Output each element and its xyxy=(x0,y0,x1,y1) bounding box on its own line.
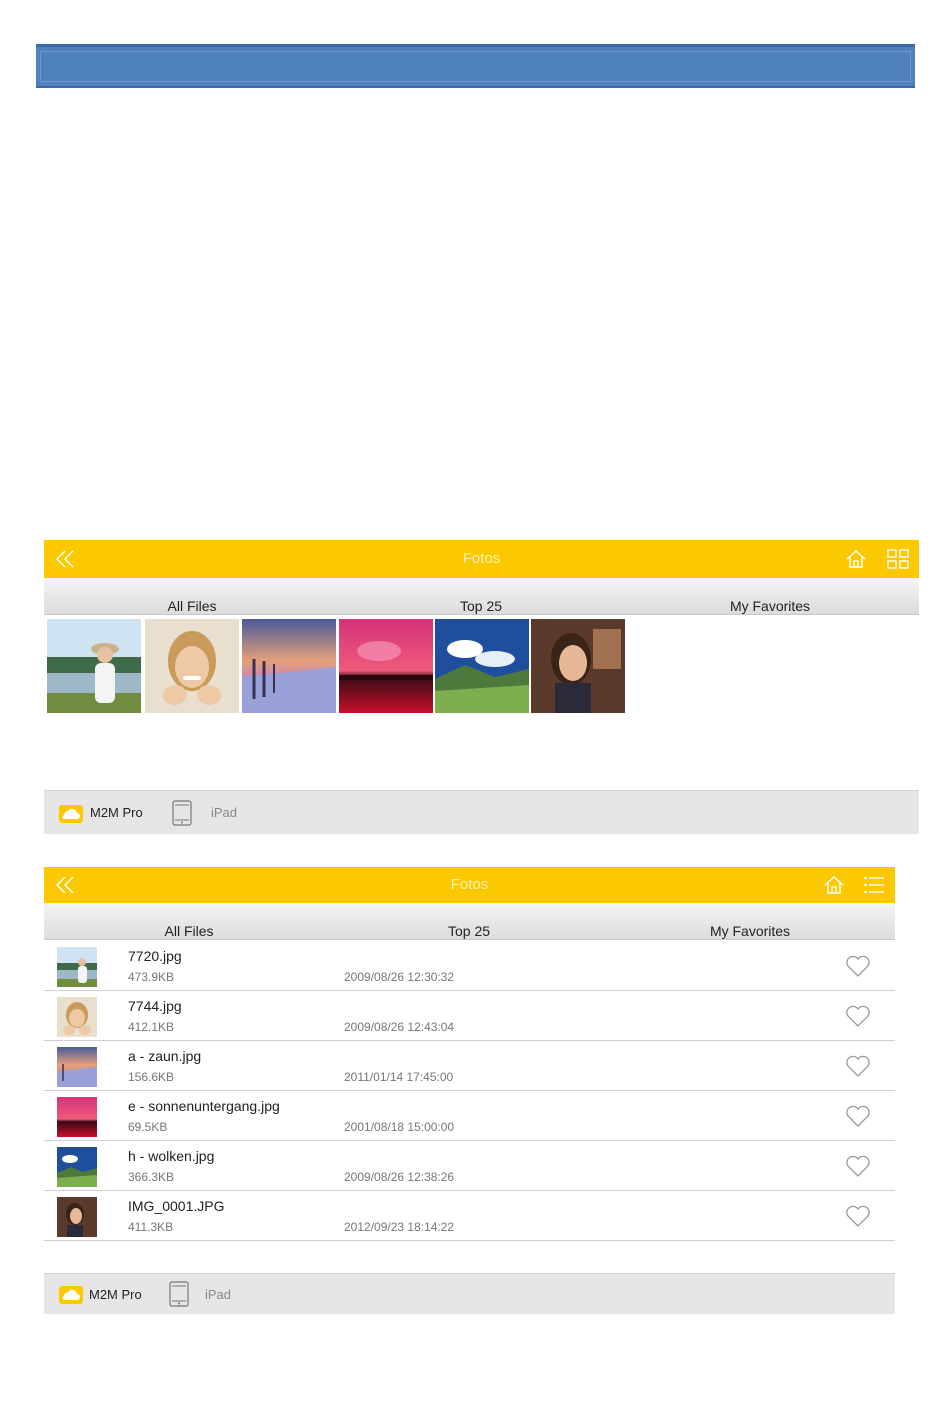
photo-grid xyxy=(44,619,919,715)
tab-bar: All Files Top 25 My Favorites xyxy=(44,578,919,615)
favorite-heart-icon[interactable] xyxy=(845,1204,871,1228)
app-label[interactable]: M2M Pro xyxy=(89,1287,142,1302)
file-date: 2009/08/26 12:43:04 xyxy=(344,1020,455,1034)
cloud-drive-icon[interactable] xyxy=(58,1282,84,1306)
file-size: 366.3KB xyxy=(128,1170,175,1184)
tab-my-favorites[interactable]: My Favorites xyxy=(710,923,790,939)
file-name: a - zaun.jpg xyxy=(128,1048,202,1064)
file-thumbnail xyxy=(57,1197,97,1237)
device-label[interactable]: iPad xyxy=(211,805,237,820)
file-size: 473.9KB xyxy=(128,970,175,984)
top-bar: Fotos xyxy=(44,867,895,903)
favorite-heart-icon[interactable] xyxy=(845,1004,871,1028)
photo-thumbnail[interactable] xyxy=(47,619,141,713)
photo-thumbnail[interactable] xyxy=(145,619,239,713)
home-icon[interactable] xyxy=(823,874,845,896)
file-size: 69.5KB xyxy=(128,1120,168,1134)
file-thumbnail xyxy=(57,1047,97,1087)
home-icon[interactable] xyxy=(845,548,867,570)
file-size: 156.6KB xyxy=(128,1070,175,1084)
tab-all-files[interactable]: All Files xyxy=(167,598,216,614)
ipad-icon[interactable] xyxy=(169,1281,189,1307)
cloud-drive-icon[interactable] xyxy=(58,801,84,825)
tab-all-files[interactable]: All Files xyxy=(164,923,213,939)
device-label[interactable]: iPad xyxy=(205,1287,231,1302)
top-bar: Fotos xyxy=(44,540,919,578)
file-name: IMG_0001.JPG xyxy=(128,1198,225,1214)
file-date: 2009/08/26 12:38:26 xyxy=(344,1170,455,1184)
photo-thumbnail[interactable] xyxy=(242,619,336,713)
ipad-icon[interactable] xyxy=(172,800,192,826)
favorite-heart-icon[interactable] xyxy=(845,1054,871,1078)
file-size: 411.3KB xyxy=(128,1220,174,1234)
favorite-heart-icon[interactable] xyxy=(845,1104,871,1128)
photo-thumbnail[interactable] xyxy=(435,619,529,713)
file-thumbnail xyxy=(57,997,97,1037)
file-row[interactable]: 7744.jpg 412.1KB 2009/08/26 12:43:04 xyxy=(44,991,895,1041)
tab-top-25[interactable]: Top 25 xyxy=(460,598,502,614)
photo-thumbnail[interactable] xyxy=(339,619,433,713)
file-date: 2011/01/14 17:45:00 xyxy=(344,1070,454,1084)
banner-inner-border xyxy=(40,51,911,82)
screen-title: Fotos xyxy=(450,876,489,893)
tab-top-25[interactable]: Top 25 xyxy=(448,923,490,939)
grid-view-screen: Fotos All Files Top 25 My Favorites xyxy=(44,540,919,715)
photo-thumbnail[interactable] xyxy=(531,619,625,713)
file-thumbnail xyxy=(57,947,97,987)
list-view-screen: Fotos All Files Top 25 My Favorites 7720… xyxy=(44,867,895,1241)
file-name: 7720.jpg xyxy=(128,948,182,964)
favorite-heart-icon[interactable] xyxy=(845,954,871,978)
file-date: 2012/09/23 18:14:22 xyxy=(344,1220,455,1234)
tab-bar: All Files Top 25 My Favorites xyxy=(44,903,895,940)
file-size: 412.1KB xyxy=(128,1020,175,1034)
device-footer: M2M Pro iPad xyxy=(44,790,919,834)
app-label[interactable]: M2M Pro xyxy=(90,805,143,820)
screen-title: Fotos xyxy=(462,550,501,567)
file-row[interactable]: h - wolken.jpg 366.3KB 2009/08/26 12:38:… xyxy=(44,1141,895,1191)
file-name: 7744.jpg xyxy=(128,998,182,1014)
file-date: 2009/08/26 12:30:32 xyxy=(344,970,455,984)
file-row[interactable]: 7720.jpg 473.9KB 2009/08/26 12:30:32 xyxy=(44,941,895,991)
file-date: 2001/08/18 15:00:00 xyxy=(344,1120,455,1134)
file-row[interactable]: IMG_0001.JPG 411.3KB 2012/09/23 18:14:22 xyxy=(44,1191,895,1241)
file-name: e - sonnenuntergang.jpg xyxy=(128,1098,280,1114)
device-footer: M2M Pro iPad xyxy=(44,1273,895,1314)
tab-my-favorites[interactable]: My Favorites xyxy=(730,598,810,614)
file-row[interactable]: e - sonnenuntergang.jpg 69.5KB 2001/08/1… xyxy=(44,1091,895,1141)
file-thumbnail xyxy=(57,1147,97,1187)
document-header-banner xyxy=(36,44,915,88)
file-row[interactable]: a - zaun.jpg 156.6KB 2011/01/14 17:45:00 xyxy=(44,1041,895,1091)
favorite-heart-icon[interactable] xyxy=(845,1154,871,1178)
list-view-icon[interactable] xyxy=(863,875,885,895)
file-name: h - wolken.jpg xyxy=(128,1148,215,1164)
file-thumbnail xyxy=(57,1097,97,1137)
grid-view-icon[interactable] xyxy=(887,549,909,569)
file-list: 7720.jpg 473.9KB 2009/08/26 12:30:32 774… xyxy=(44,941,895,1241)
